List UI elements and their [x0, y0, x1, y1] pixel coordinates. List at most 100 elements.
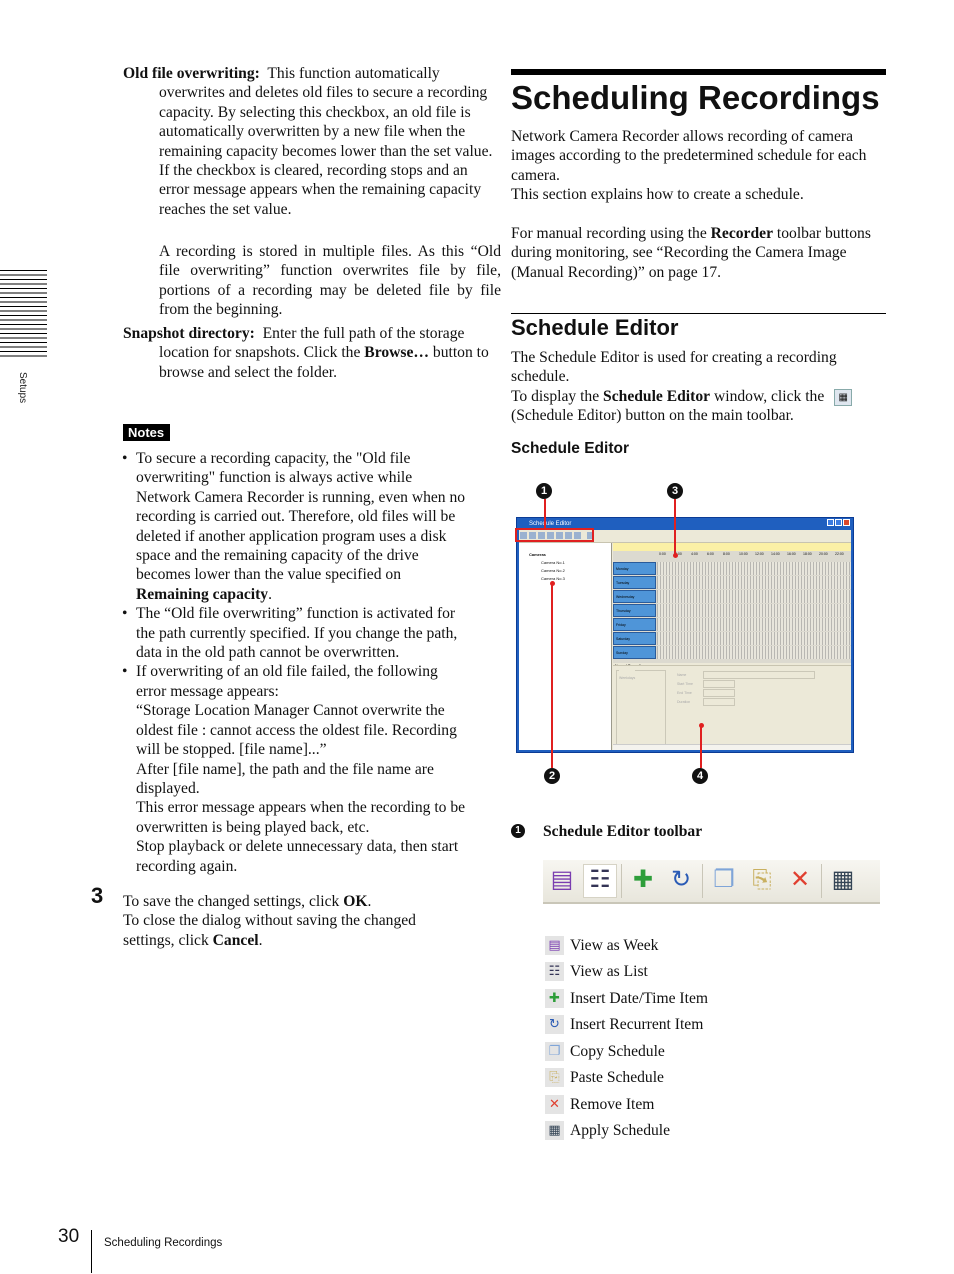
step-number: 3: [91, 883, 104, 908]
intro-text-2: This section explains how to create a sc…: [511, 186, 804, 204]
snapshot-directory-para: Snapshot directory: Enter the full path …: [123, 324, 501, 382]
se-text-2: To display the Schedule Editor window, c…: [511, 387, 886, 406]
callout-2-leader: [551, 584, 553, 768]
end-time-input[interactable]: [703, 689, 735, 697]
legend-item: ▤ View as Week: [545, 932, 708, 959]
toolbar-separator: [702, 864, 703, 898]
start-time-input[interactable]: [703, 680, 735, 688]
schedule-grid: 0:00 2:00 4:00 6:00 8:00 10:00 12:00 14:00 16:00…: [613, 543, 851, 668]
window-body: Cameras Camera No.1 Camera No.2 Camera N…: [519, 530, 851, 750]
se-text-b: window, click the: [713, 387, 825, 405]
maximize-button[interactable]: [835, 519, 842, 526]
callout-3-dot: [673, 553, 678, 558]
day-row-slots[interactable]: [657, 646, 851, 659]
toolbar-separator: [821, 864, 822, 898]
legend-item: ▦ Apply Schedule: [545, 1118, 708, 1145]
title-rule: [511, 69, 886, 75]
schedule-editor-para: The Schedule Editor is used for creating…: [511, 348, 886, 426]
paste-button[interactable]: ⎘: [745, 864, 779, 898]
old-file-term: Old file overwriting:: [123, 65, 260, 82]
day-row-label[interactable]: Monday: [613, 562, 656, 575]
day-row-slots[interactable]: [657, 604, 851, 617]
schedule-editor-button-icon: ▦: [834, 388, 853, 406]
day-row-slots[interactable]: [657, 590, 851, 603]
section-tab-label: Setups: [17, 372, 28, 404]
duration-label: Duration: [677, 700, 691, 704]
copy-button[interactable]: ❐: [707, 864, 741, 898]
legend-label: Remove Item: [570, 1095, 655, 1113]
intro-text-1: Network Camera Recorder allows recording…: [511, 128, 867, 184]
hour-header: 0:00 2:00 4:00 6:00 8:00 10:00 12:00 14:00 16:00…: [613, 543, 851, 556]
close-button[interactable]: [843, 519, 850, 526]
schedule-editor-window: Schedule Editor Cameras Camera No.1 Came…: [516, 517, 854, 753]
legend-item: ☷ View as List: [545, 959, 708, 986]
insert-recurrent-icon: ↻: [670, 867, 692, 894]
callout-4: 4: [692, 768, 708, 784]
day-row-label[interactable]: Friday: [613, 618, 656, 631]
notes-badge: Notes: [123, 424, 171, 441]
minimize-button[interactable]: [827, 519, 834, 526]
time-fields: Name Start Time End Time Duration: [677, 671, 693, 707]
day-row-slots[interactable]: [657, 632, 851, 645]
name-input[interactable]: [703, 671, 815, 679]
legend-item: ↻ Insert Recurrent Item: [545, 1012, 708, 1039]
ok-label: OK: [343, 893, 368, 910]
se-text: To display the: [511, 387, 600, 405]
intro-para: Network Camera Recorder allows recording…: [511, 127, 886, 205]
legend-label: View as List: [570, 963, 648, 981]
snapshot-term: Snapshot directory:: [123, 325, 255, 342]
remaining-capacity-label: Remaining capacity: [136, 585, 269, 603]
callout-4-dot: [699, 723, 704, 728]
insert-datetime-button[interactable]: ✚: [626, 864, 660, 898]
window-controls: [827, 519, 850, 526]
section-heading: Schedule Editor: [511, 315, 679, 340]
copy-icon: ❐: [545, 1041, 564, 1061]
note-text: Stop playback or delete unnecessary data…: [136, 838, 459, 875]
figure-caption: Schedule Editor: [511, 440, 629, 457]
day-row-label[interactable]: Saturday: [613, 632, 656, 645]
insert-recurrent-button[interactable]: ↻: [664, 864, 698, 898]
day-row-slots[interactable]: [657, 562, 851, 575]
section-tab-stripes: [0, 270, 47, 360]
day-row-label[interactable]: Tuesday: [613, 576, 656, 589]
paste-icon: ⎘: [545, 1068, 564, 1088]
horizontal-scrollbar[interactable]: [613, 744, 851, 750]
remove-button[interactable]: ✕: [783, 864, 817, 898]
view-list-button[interactable]: ☷: [583, 864, 617, 898]
day-row-label[interactable]: Wednesday: [613, 590, 656, 603]
day-row-label[interactable]: Thursday: [613, 604, 656, 617]
page-title: Scheduling Recordings: [511, 79, 880, 116]
view-week-icon: ▤: [550, 867, 574, 894]
copy-icon: ❐: [713, 867, 735, 894]
callout-4-leader: [700, 726, 702, 768]
browse-label: Browse…: [364, 344, 429, 362]
note-item: The “Old file overwriting” function is a…: [122, 604, 467, 662]
insert-datetime-icon: ✚: [545, 988, 564, 1008]
note-text: To secure a recording capacity, the "Old…: [136, 450, 466, 584]
se-text-1: The Schedule Editor is used for creating…: [511, 349, 837, 386]
old-file-text: This function automatically overwrites a…: [159, 65, 493, 218]
toolbar-separator: [621, 864, 622, 898]
name-field-label: Name: [677, 673, 687, 677]
day-row-slots[interactable]: [657, 576, 851, 589]
day-row-slots[interactable]: [657, 618, 851, 631]
step-3-text: To save the changed settings, click OK. …: [123, 892, 468, 950]
callout-3-leader: [674, 499, 676, 555]
recorder-label: Recorder: [710, 225, 773, 242]
step-3-line-1: To save the changed settings, click OK.: [123, 892, 468, 911]
step-text: To close the dialog without saving the c…: [123, 912, 416, 949]
legend-label: Insert Recurrent Item: [570, 1016, 704, 1034]
duration-input[interactable]: [703, 698, 735, 706]
schedule-editor-toolbar: ▤ ☷ ✚ ↻ ❐ ⎘ ✕ ▦: [543, 860, 880, 904]
period: .: [258, 931, 263, 949]
camera-tree: Cameras Camera No.1 Camera No.2 Camera N…: [519, 543, 612, 750]
legend-item: ⎘ Paste Schedule: [545, 1065, 708, 1092]
insert-recurrent-icon: ↻: [545, 1015, 564, 1035]
legend-label: Insert Date/Time Item: [570, 989, 709, 1007]
note-end: .: [268, 585, 273, 603]
toolbar-heading: Schedule Editor toolbar: [543, 823, 703, 840]
toolbar-legend: ▤ View as Week ☷ View as List ✚ Insert Date/T…: [545, 932, 708, 1144]
apply-button[interactable]: ▦: [826, 864, 860, 898]
se-text-3: (Schedule Editor) button on the main too…: [511, 407, 794, 425]
view-week-button[interactable]: ▤: [545, 864, 579, 898]
